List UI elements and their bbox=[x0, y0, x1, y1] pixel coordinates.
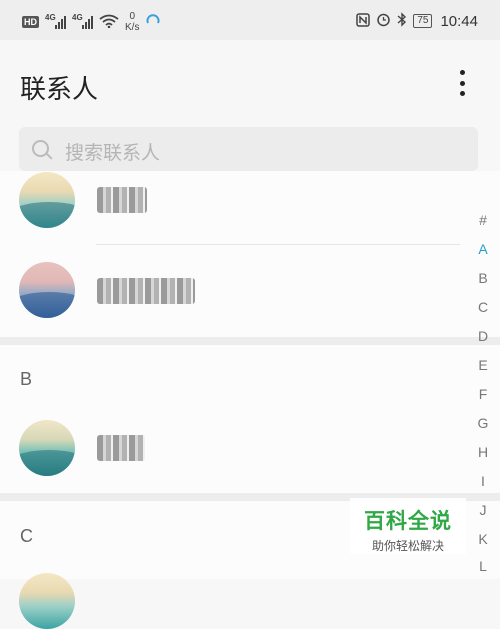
status-bar: HD 4G 4G 0 K/s 75 10:44 bbox=[0, 0, 500, 40]
contact-name-redacted bbox=[97, 278, 195, 304]
section-a bbox=[0, 171, 500, 337]
search-icon bbox=[32, 140, 49, 157]
contact-name-redacted bbox=[97, 187, 147, 213]
section-header-b: B bbox=[20, 369, 33, 389]
nfc-icon bbox=[356, 12, 371, 30]
index-item[interactable]: I bbox=[466, 473, 500, 489]
index-item[interactable]: E bbox=[466, 357, 500, 373]
watermark-logo: 百科全说 助你轻松解决 bbox=[350, 498, 466, 554]
index-item[interactable]: J bbox=[466, 502, 500, 518]
sync-icon bbox=[145, 13, 161, 32]
index-item[interactable]: # bbox=[466, 212, 500, 228]
section-b bbox=[0, 345, 500, 493]
signal-icon: 4G bbox=[45, 13, 66, 29]
hd-icon: HD bbox=[22, 16, 39, 28]
search-input[interactable]: 搜索联系人 bbox=[19, 127, 478, 171]
signal-icon: 4G bbox=[72, 13, 93, 29]
index-item[interactable]: C bbox=[466, 299, 500, 315]
network-speed: 0 K/s bbox=[125, 11, 140, 33]
wifi-icon bbox=[99, 14, 119, 31]
avatar bbox=[19, 420, 75, 476]
index-item[interactable]: K bbox=[466, 531, 500, 547]
avatar bbox=[19, 262, 75, 318]
index-item[interactable]: L bbox=[466, 558, 500, 574]
page-title: 联系人 bbox=[20, 75, 99, 105]
more-vert-icon[interactable] bbox=[448, 68, 476, 98]
alarm-icon bbox=[376, 12, 391, 30]
index-item[interactable]: F bbox=[466, 386, 500, 402]
app-bar: 联系人 bbox=[0, 40, 500, 118]
index-item[interactable]: A bbox=[466, 241, 500, 257]
battery-icon: 75 bbox=[413, 14, 433, 28]
contact-name-redacted bbox=[97, 435, 145, 461]
avatar bbox=[19, 573, 75, 629]
watermark-title: 百科全说 bbox=[364, 509, 452, 533]
avatar bbox=[19, 172, 75, 228]
search-placeholder: 搜索联系人 bbox=[65, 142, 161, 164]
index-item[interactable]: G bbox=[466, 415, 500, 431]
index-item[interactable]: B bbox=[466, 270, 500, 286]
index-item[interactable]: H bbox=[466, 444, 500, 460]
bluetooth-icon bbox=[397, 12, 407, 30]
watermark-subtitle: 助你轻松解决 bbox=[371, 539, 444, 553]
index-item[interactable]: D bbox=[466, 328, 500, 344]
section-header-c: C bbox=[20, 526, 33, 546]
clock: 10:44 bbox=[440, 12, 478, 30]
divider bbox=[96, 244, 460, 245]
